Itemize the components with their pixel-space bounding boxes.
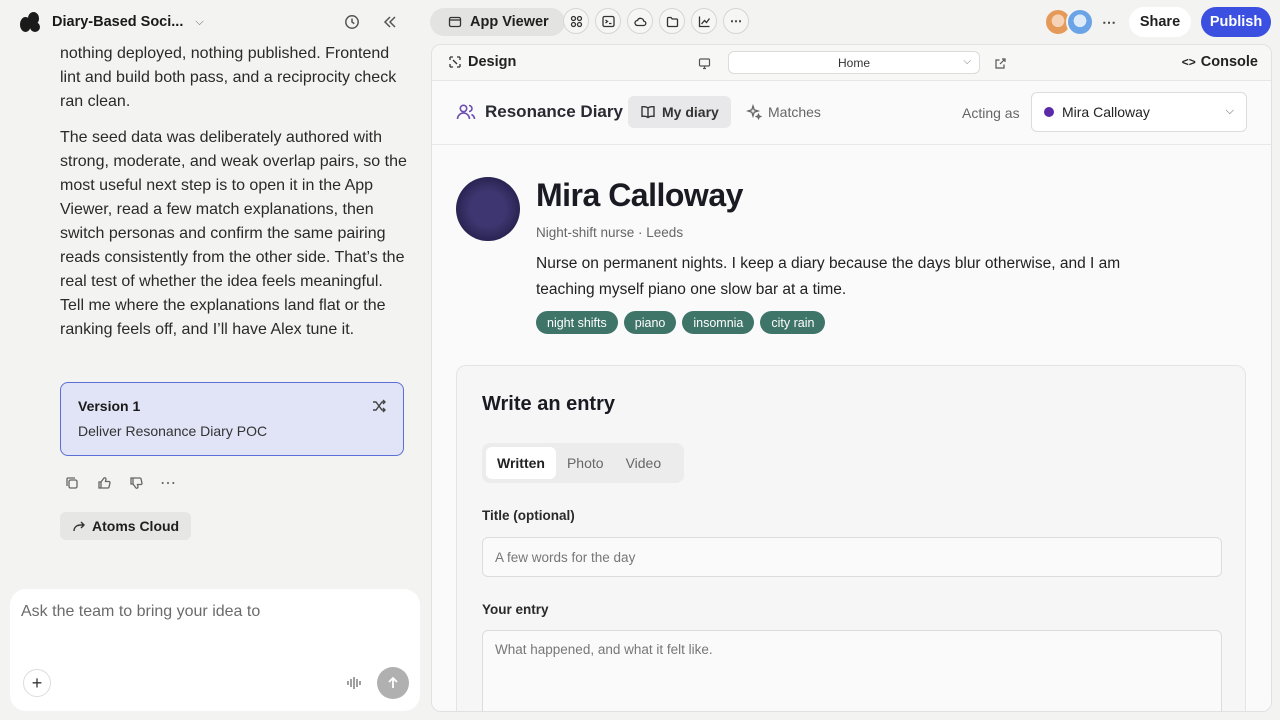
apps-grid-icon[interactable] <box>563 8 589 34</box>
url-select[interactable]: Home ⌵ <box>728 51 980 74</box>
code-icon: <> <box>1181 55 1196 69</box>
preview-toolbar: Design Home ⌵ <> Console <box>432 45 1271 81</box>
entry-card: Write an entry Written Photo Video Title… <box>456 365 1246 711</box>
tab-written[interactable]: Written <box>486 447 556 479</box>
publish-button[interactable]: Publish <box>1201 7 1271 37</box>
chat-composer: + <box>10 589 420 711</box>
profile-name: Mira Calloway <box>536 177 743 213</box>
my-diary-label: My diary <box>662 104 719 120</box>
tab-matches[interactable]: Matches <box>734 96 833 128</box>
tab-photo[interactable]: Photo <box>556 447 615 479</box>
open-external-icon[interactable] <box>992 55 1008 71</box>
device-icon[interactable] <box>696 55 712 71</box>
resonance-diary-app: Resonance Diary My diary Matches Acting … <box>432 81 1271 711</box>
tag: piano <box>623 311 677 334</box>
console-button[interactable]: <> Console <box>1182 54 1258 70</box>
title-field-label: Title (optional) <box>482 508 575 523</box>
app-viewer-label: App Viewer <box>470 14 549 30</box>
persona-value: Mira Calloway <box>1062 104 1150 120</box>
plus-icon[interactable]: + <box>23 669 51 697</box>
profile-avatar <box>456 177 520 241</box>
share-arrow-icon <box>72 519 86 533</box>
entry-field-label: Your entry <box>482 602 549 617</box>
shuffle-icon[interactable] <box>371 398 387 414</box>
profile-meta: Night-shift nurse · Leeds <box>536 225 684 240</box>
entry-textarea[interactable]: What happened, and what it felt like. <box>482 630 1222 711</box>
more-icon[interactable]: ⋯ <box>1102 14 1116 31</box>
project-title[interactable]: Diary-Based Soci... <box>52 14 183 30</box>
more-icon[interactable]: ⋯ <box>723 8 749 34</box>
history-icon[interactable] <box>342 12 362 32</box>
console-label: Console <box>1200 54 1258 70</box>
atoms-cloud-button[interactable]: Atoms Cloud <box>60 512 192 540</box>
entry-mode-tabs: Written Photo Video <box>482 443 684 483</box>
chat-input[interactable] <box>21 603 401 621</box>
chat-header: Diary-Based Soci... ⌵ <box>0 0 430 44</box>
analytics-icon[interactable] <box>691 8 717 34</box>
persona-select[interactable]: Mira Calloway ⌵ <box>1031 92 1247 132</box>
thumbs-up-icon[interactable] <box>96 475 112 491</box>
entry-heading: Write an entry <box>482 393 615 415</box>
thumbs-down-icon[interactable] <box>128 475 144 491</box>
send-button[interactable] <box>377 667 409 699</box>
brand-name: Resonance Diary <box>485 102 623 121</box>
acting-as-label: Acting as <box>962 105 1020 121</box>
title-input[interactable]: A few words for the day <box>482 537 1222 577</box>
collaborators: ⋯ <box>1044 8 1116 36</box>
persona-color-dot <box>1044 107 1054 117</box>
version-subtitle: Deliver Resonance Diary POC <box>78 423 268 439</box>
assistant-message: nothing deployed, nothing published. Fro… <box>60 42 410 354</box>
message-paragraph: The seed data was deliberately authored … <box>60 129 407 338</box>
tag: city rain <box>760 311 826 334</box>
url-value: Home <box>837 55 870 70</box>
share-button[interactable]: Share <box>1129 7 1191 37</box>
users-icon <box>456 102 476 122</box>
more-icon[interactable]: ⋯ <box>160 475 176 492</box>
design-button[interactable]: Design <box>448 54 516 70</box>
app-preview-panel: Design Home ⌵ <> Console Resonance Diary… <box>431 44 1272 712</box>
message-actions: ⋯ <box>64 475 176 492</box>
atoms-logo[interactable] <box>19 11 41 33</box>
design-label: Design <box>468 54 517 70</box>
book-icon <box>640 104 656 120</box>
chevron-down-icon: ⌵ <box>963 56 971 67</box>
design-icon <box>448 55 462 69</box>
tab-my-diary[interactable]: My diary <box>628 96 731 128</box>
sparkles-icon <box>746 104 762 120</box>
tab-app-viewer[interactable]: App Viewer <box>430 8 565 36</box>
copy-icon[interactable] <box>64 475 80 491</box>
chevron-down-icon: ⌵ <box>1225 105 1234 117</box>
matches-label: Matches <box>768 104 821 120</box>
voice-icon[interactable] <box>340 669 368 697</box>
profile-tags: night shifts piano insomnia city rain <box>536 311 826 334</box>
atoms-cloud-label: Atoms Cloud <box>92 518 180 534</box>
cloud-icon[interactable] <box>627 8 653 34</box>
tag: night shifts <box>536 311 618 334</box>
avatar[interactable] <box>1066 8 1094 36</box>
folder-icon[interactable] <box>659 8 685 34</box>
window-icon <box>448 15 462 29</box>
chevron-down-icon[interactable]: ⌵ <box>195 16 203 29</box>
collapse-panel-icon[interactable] <box>380 12 400 32</box>
app-nav: Resonance Diary My diary Matches Acting … <box>432 81 1271 145</box>
version-title: Version 1 <box>78 398 141 414</box>
message-paragraph: nothing deployed, nothing published. Fro… <box>60 45 397 110</box>
profile-bio: Nurse on permanent nights. I keep a diar… <box>536 255 1121 298</box>
terminal-icon[interactable] <box>595 8 621 34</box>
chat-panel: Diary-Based Soci... ⌵ nothing deployed, … <box>0 0 430 720</box>
version-card[interactable]: Version 1 Deliver Resonance Diary POC <box>60 382 404 456</box>
app-brand[interactable]: Resonance Diary <box>456 102 623 122</box>
tag: insomnia <box>682 311 755 334</box>
tab-video[interactable]: Video <box>615 447 673 479</box>
top-bar: App Viewer ⋯ ⋯ Share Publish <box>430 0 1280 44</box>
